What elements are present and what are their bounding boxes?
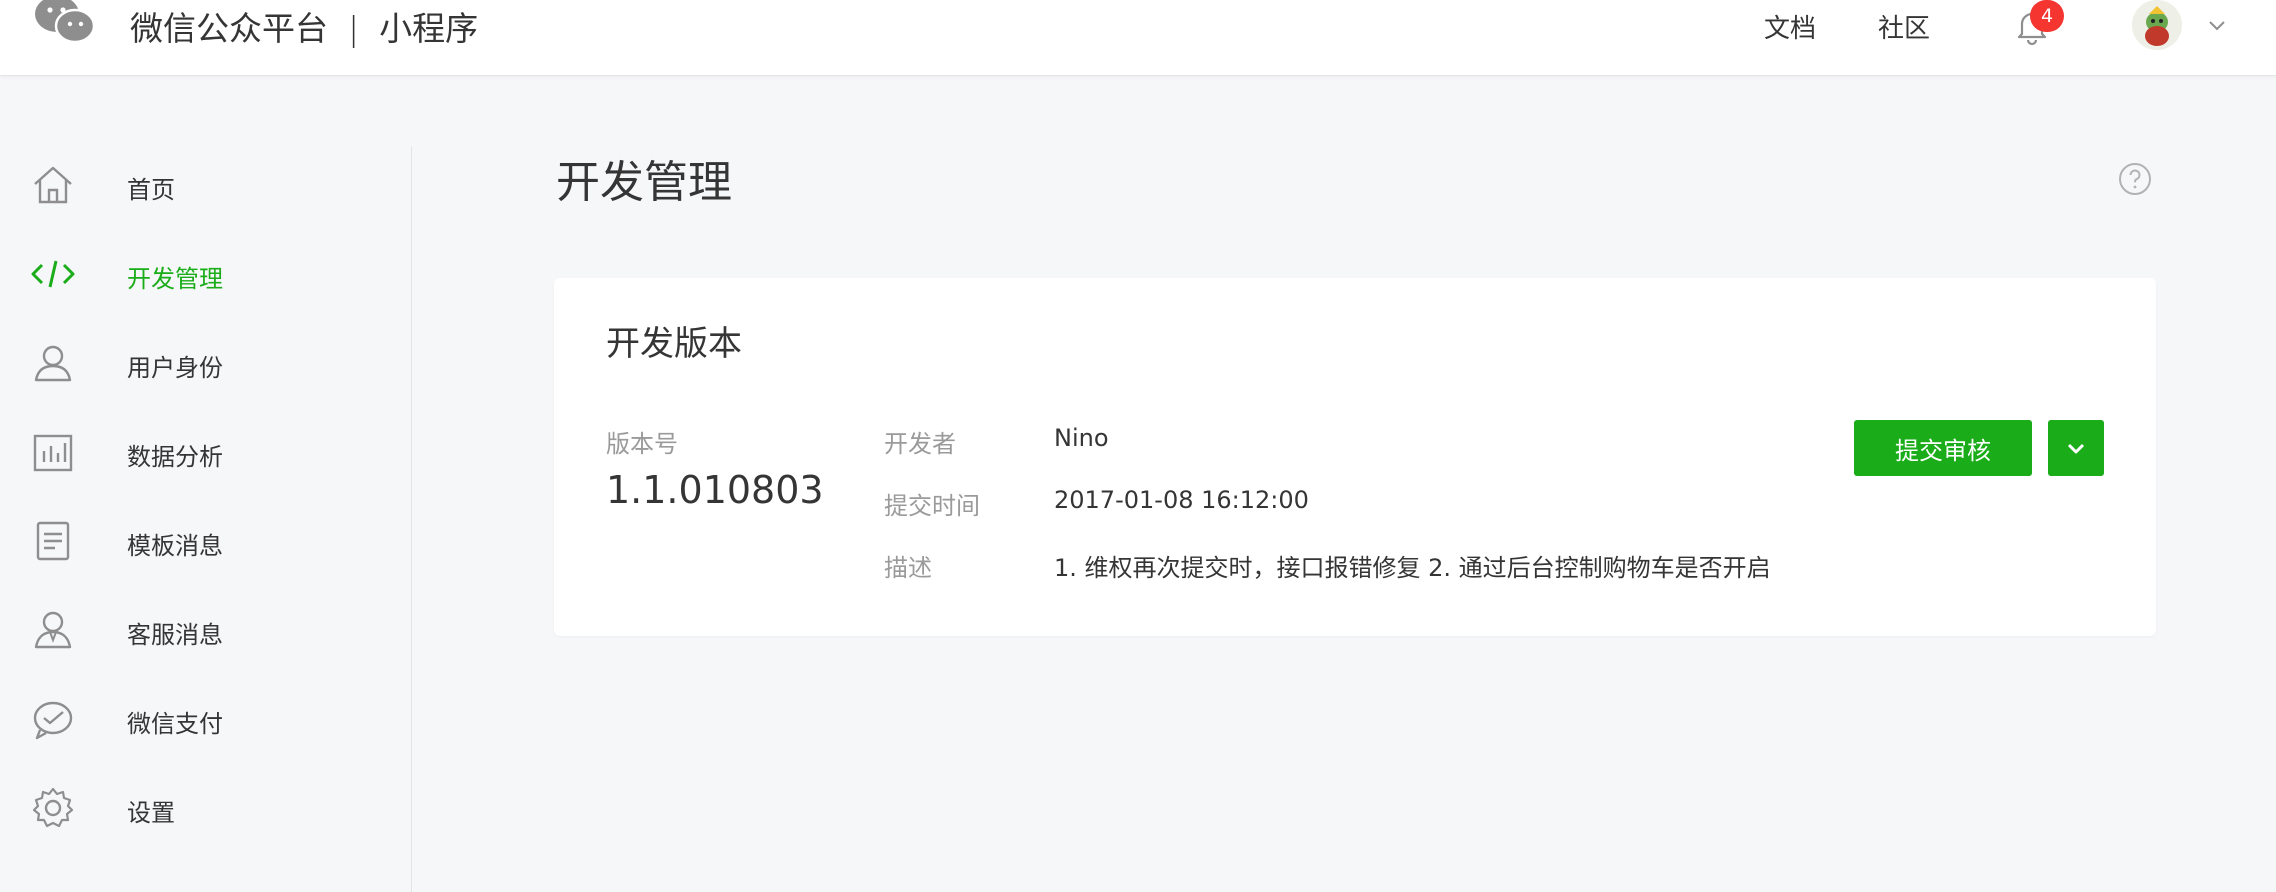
code-icon — [31, 260, 75, 288]
page-title: 开发管理 — [556, 157, 732, 208]
product-name: 小程序 — [379, 9, 479, 48]
sidebar-item-template-message[interactable]: 模板消息 — [0, 510, 412, 570]
nav-link-docs[interactable]: 文档 — [1764, 8, 1816, 45]
submit-review-button[interactable]: 提交审核 — [1854, 420, 2032, 476]
sidebar-item-label: 客服消息 — [127, 621, 223, 649]
sidebar-item-label: 数据分析 — [127, 443, 223, 471]
notification-badge: 4 — [2030, 0, 2064, 32]
chevron-down-icon[interactable] — [2206, 14, 2228, 36]
sidebar-item-home[interactable]: 首页 — [0, 154, 412, 214]
sidebar-item-label: 首页 — [127, 176, 175, 204]
sidebar-item-label: 开发管理 — [127, 265, 223, 293]
avatar[interactable] — [2132, 0, 2182, 50]
home-icon — [34, 166, 72, 204]
nav-link-community[interactable]: 社区 — [1878, 8, 1930, 45]
sidebar-item-user-identity[interactable]: 用户身份 — [0, 332, 412, 392]
sidebar-item-wechat-pay[interactable]: 微信支付 — [0, 688, 412, 748]
developer-value: Nino — [1054, 424, 1109, 452]
brand-separator: | — [348, 9, 360, 48]
sidebar: 首页 开发管理 用户身份 数据分析 模板消息 客服消息 微信支付 设置 — [0, 146, 412, 892]
wechat-pay-icon — [33, 701, 73, 740]
description-label: 描述 — [884, 554, 932, 582]
settings-icon — [32, 787, 74, 828]
wechat-logo-icon — [35, 0, 96, 44]
avatar-image — [2132, 0, 2182, 50]
sidebar-item-data-analysis[interactable]: 数据分析 — [0, 421, 412, 481]
customer-service-icon — [34, 611, 72, 649]
document-icon — [36, 521, 70, 561]
sidebar-item-label: 模板消息 — [127, 532, 223, 560]
sidebar-item-dev-management[interactable]: 开发管理 — [0, 243, 412, 303]
description-value: 1. 维权再次提交时，接口报错修复 2. 通过后台控制购物车是否开启 — [1054, 554, 1771, 582]
sidebar-item-customer-service[interactable]: 客服消息 — [0, 599, 412, 659]
version-label: 版本号 — [606, 430, 678, 458]
more-options-button[interactable] — [2048, 420, 2104, 476]
submit-time-value: 2017-01-08 16:12:00 — [1054, 486, 1309, 514]
help-icon[interactable] — [2118, 162, 2152, 196]
user-icon — [34, 345, 72, 382]
sidebar-item-label: 用户身份 — [127, 354, 223, 382]
version-number: 1.1.010803 — [606, 468, 824, 512]
chevron-down-icon — [2067, 443, 2085, 454]
card-title: 开发版本 — [606, 324, 742, 364]
sidebar-item-settings[interactable]: 设置 — [0, 777, 412, 837]
chart-icon — [33, 434, 73, 472]
sidebar-item-label: 设置 — [127, 799, 175, 827]
submit-time-label: 提交时间 — [884, 492, 980, 520]
top-bar: 微信公众平台 | 小程序 文档 社区 4 — [0, 0, 2276, 76]
sidebar-item-label: 微信支付 — [127, 710, 223, 738]
developer-label: 开发者 — [884, 430, 956, 458]
brand-name: 微信公众平台 — [130, 9, 328, 48]
dev-version-card: 开发版本 版本号 1.1.010803 开发者 Nino 提交时间 2017-0… — [554, 278, 2156, 636]
brand-title[interactable]: 微信公众平台 | 小程序 — [130, 2, 478, 50]
